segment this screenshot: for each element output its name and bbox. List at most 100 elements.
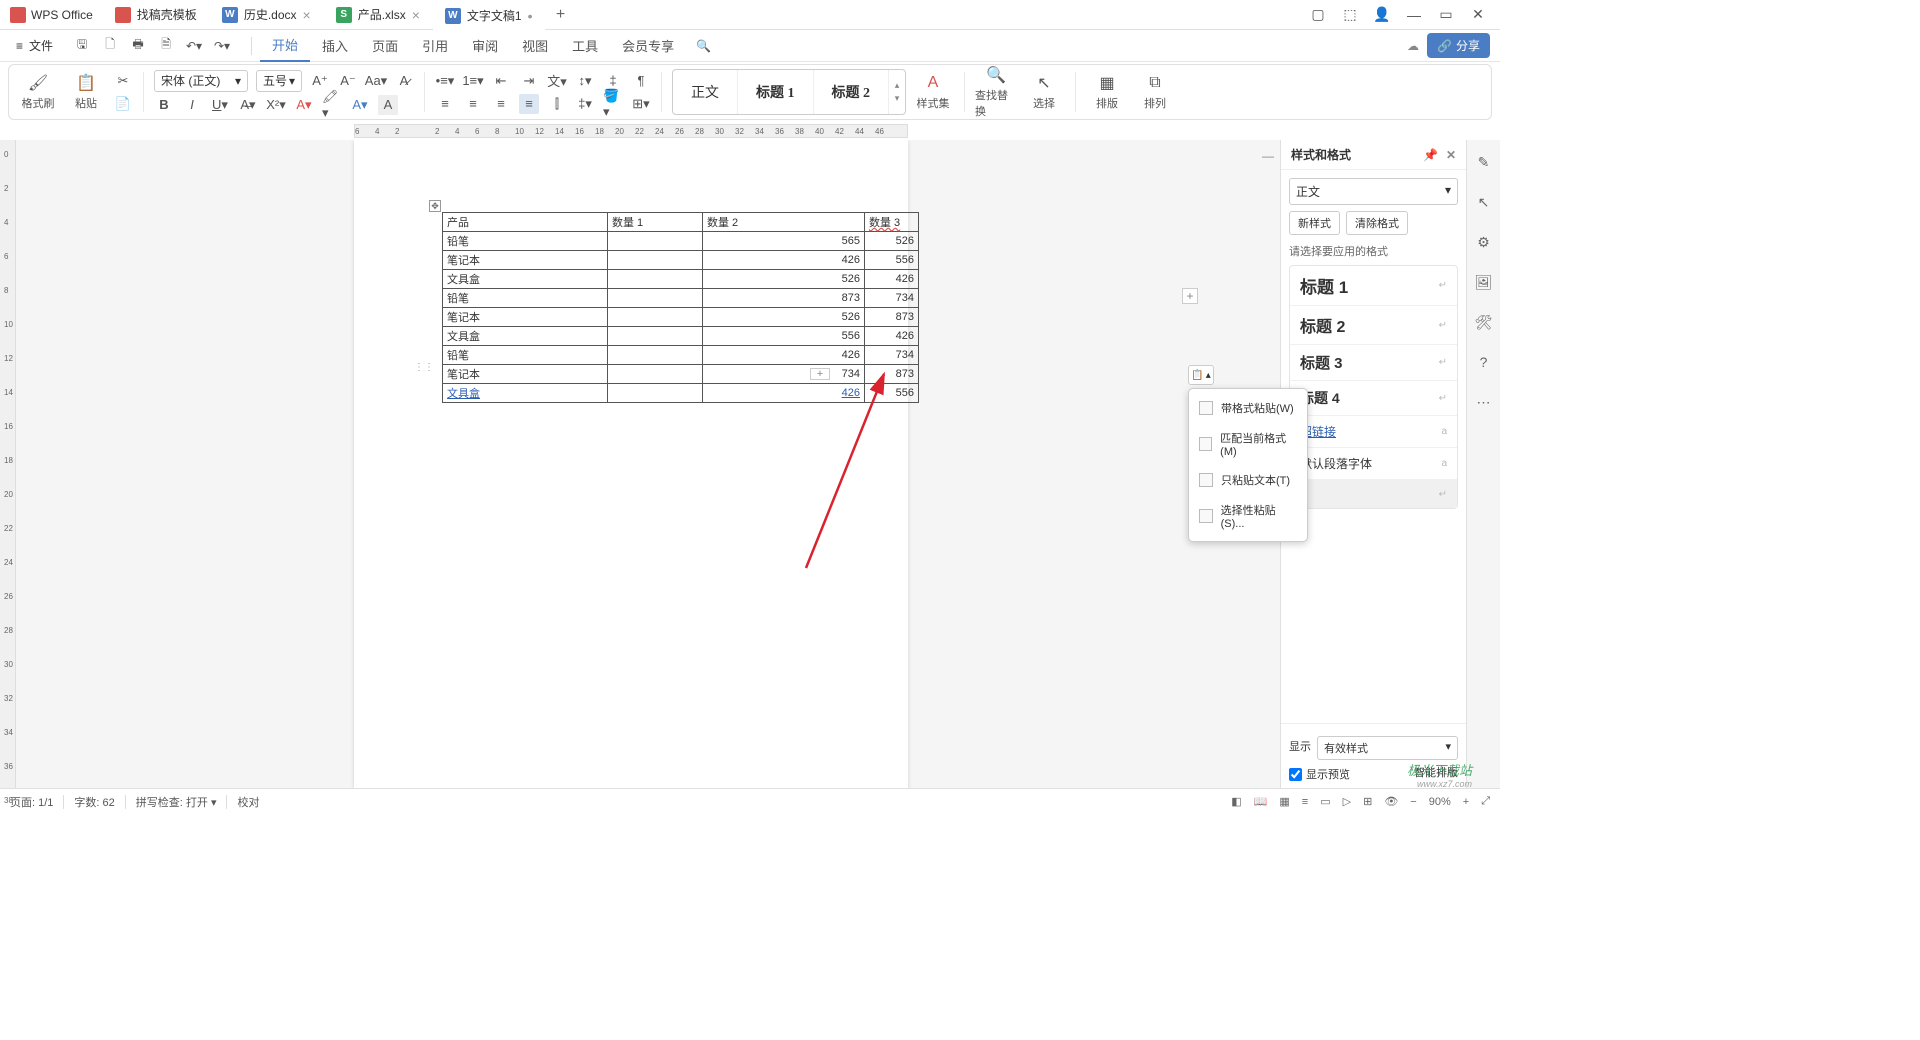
underline-icon[interactable]: U▾ [210, 95, 230, 115]
print-preview-icon[interactable]: 🗋 [101, 37, 119, 55]
pencil-icon[interactable]: ✎ [1474, 152, 1494, 172]
window-restore-icon[interactable]: ▢ [1304, 1, 1332, 29]
menu-review[interactable]: 审阅 [460, 30, 510, 61]
tab-template[interactable]: 找稿壳模板 [103, 0, 210, 30]
grid-icon[interactable]: ⊞ [1363, 795, 1372, 808]
style-body[interactable]: 正文 [673, 70, 738, 114]
tab-history[interactable]: W历史.docx× [210, 0, 324, 30]
settings-icon[interactable]: ⚙ [1474, 232, 1494, 252]
window-minimize-icon[interactable]: — [1400, 1, 1428, 29]
outline-view-icon[interactable]: ≡ [1302, 796, 1308, 808]
align-center-icon[interactable]: ≡ [463, 94, 483, 114]
document-table[interactable]: 产品数量 1数量 2数量 3铅笔565526笔记本426556文具盒526426… [442, 212, 919, 403]
sort-icon[interactable]: ↕▾ [575, 71, 595, 91]
help-icon[interactable]: ? [1474, 352, 1494, 372]
paste-with-format[interactable]: 带格式粘贴(W) [1189, 393, 1307, 423]
save-icon[interactable]: 🖫 [73, 37, 91, 55]
strikethrough-icon[interactable]: A̶▾ [238, 95, 258, 115]
highlight-icon[interactable]: 🖍▾ [322, 95, 342, 115]
paste-button[interactable]: 📋粘贴 [65, 68, 107, 116]
print-layout-icon[interactable]: ▦ [1279, 795, 1289, 808]
number-list-icon[interactable]: 1≡▾ [463, 71, 483, 91]
menu-view[interactable]: 视图 [510, 30, 560, 61]
table-move-handle[interactable]: ✥ [429, 200, 441, 212]
close-icon[interactable]: × [303, 7, 311, 23]
tools-icon[interactable]: 🛠 [1474, 312, 1494, 332]
search-icon[interactable]: 🔍 [686, 35, 721, 57]
new-style-button[interactable]: 新样式 [1289, 211, 1340, 235]
pin-icon[interactable]: 📌 [1423, 148, 1438, 162]
clear-style-button[interactable]: 清除格式 [1346, 211, 1408, 235]
clear-format-icon[interactable]: A̷ [394, 71, 414, 91]
share-button[interactable]: 🔗分享 [1427, 33, 1490, 58]
print-icon[interactable]: 🖶 [129, 37, 147, 55]
redo-icon[interactable]: ↷▾ [213, 37, 231, 55]
select-icon[interactable]: ↖ [1474, 192, 1494, 212]
menu-tools[interactable]: 工具 [560, 30, 610, 61]
cut-icon[interactable]: ✂ [113, 71, 133, 91]
layout-button[interactable]: ▦排版 [1086, 68, 1128, 116]
web-layout-icon[interactable]: ▭ [1320, 795, 1330, 808]
style-set-button[interactable]: A样式集 [912, 68, 954, 116]
show-filter-select[interactable]: 有效样式▾ [1317, 736, 1458, 760]
proofing-status[interactable]: 校对 [237, 794, 259, 810]
zoom-level[interactable]: 90% [1429, 796, 1451, 808]
bold-icon[interactable]: B [154, 95, 174, 115]
spell-check-status[interactable]: 拼写检查: 打开 ▾ [136, 794, 217, 810]
paste-text-only[interactable]: 只粘贴文本(T) [1189, 465, 1307, 495]
style-h1[interactable]: 标题 1 [738, 70, 814, 114]
collapse-panel-icon[interactable]: — [1256, 144, 1280, 168]
select-button[interactable]: ↖选择 [1023, 68, 1065, 116]
paste-match-format[interactable]: 匹配当前格式(M) [1189, 423, 1307, 465]
italic-icon[interactable]: I [182, 95, 202, 115]
style-h2[interactable]: 标题 2 [814, 70, 890, 114]
cloud-icon[interactable]: ☁ [1407, 39, 1419, 53]
menu-member[interactable]: 会员专享 [610, 30, 686, 61]
align-right-icon[interactable]: ≡ [491, 94, 511, 114]
style-h4[interactable]: 标题 4↵ [1290, 380, 1457, 415]
reading-view-icon[interactable]: 📖 [1254, 795, 1268, 808]
align-justify-icon[interactable]: ≡ [519, 94, 539, 114]
add-column-button[interactable]: + [810, 368, 830, 380]
new-tab-button[interactable]: + [545, 6, 575, 24]
more-icon[interactable]: ⋯ [1474, 392, 1494, 412]
bullet-list-icon[interactable]: •≡▾ [435, 71, 455, 91]
style-h1[interactable]: 标题 1↵ [1290, 266, 1457, 305]
shrink-font-icon[interactable]: A⁻ [338, 71, 358, 91]
menu-insert[interactable]: 插入 [310, 30, 360, 61]
drag-handle-icon[interactable]: ⋮⋮ [414, 362, 434, 373]
zoom-out-button[interactable]: − [1410, 796, 1416, 808]
current-style-select[interactable]: 正文▾ [1289, 178, 1458, 205]
increase-indent-icon[interactable]: ⇥ [519, 71, 539, 91]
find-replace-button[interactable]: 🔍查找替换 [975, 68, 1017, 116]
cube-icon[interactable]: ⬚ [1336, 1, 1364, 29]
user-avatar-icon[interactable]: 👤 [1368, 1, 1396, 29]
copy-icon[interactable]: 📄 [113, 94, 133, 114]
export-icon[interactable]: 🗎 [157, 37, 175, 55]
gallery-icon[interactable]: 🖼 [1474, 272, 1494, 292]
distribute-icon[interactable]: ⫿ [547, 94, 567, 114]
close-icon[interactable]: × [412, 7, 420, 23]
window-maximize-icon[interactable]: ▭ [1432, 1, 1460, 29]
fill-color-icon[interactable]: 🪣▾ [603, 94, 623, 114]
superscript-icon[interactable]: X²▾ [266, 95, 286, 115]
shading-icon[interactable]: A▾ [350, 95, 370, 115]
font-color-icon[interactable]: A▾ [294, 95, 314, 115]
menu-page[interactable]: 页面 [360, 30, 410, 61]
change-case-icon[interactable]: Aa▾ [366, 71, 386, 91]
style-h2[interactable]: 标题 2↵ [1290, 305, 1457, 344]
close-icon[interactable]: • [528, 8, 533, 24]
text-direction-icon[interactable]: 文▾ [547, 71, 567, 91]
view-toggle-icon[interactable]: ◧ [1231, 795, 1241, 808]
style-gallery-more[interactable]: ▴▾ [889, 80, 905, 104]
vertical-ruler[interactable]: 02468101214161820222426283032343638 [0, 140, 16, 788]
insert-button[interactable]: + [1182, 288, 1198, 304]
tab-document1[interactable]: W文字文稿1• [433, 0, 546, 30]
show-marks-icon[interactable]: ¶ [631, 71, 651, 91]
style-h3[interactable]: 标题 3↵ [1290, 344, 1457, 380]
style-body-selected[interactable]: x↵ [1290, 479, 1457, 508]
paste-options-button[interactable]: 📋▴ [1188, 365, 1214, 385]
word-count[interactable]: 字数: 62 [74, 794, 114, 810]
char-border-icon[interactable]: A [378, 95, 398, 115]
style-hyperlink[interactable]: 超链接a [1290, 415, 1457, 447]
